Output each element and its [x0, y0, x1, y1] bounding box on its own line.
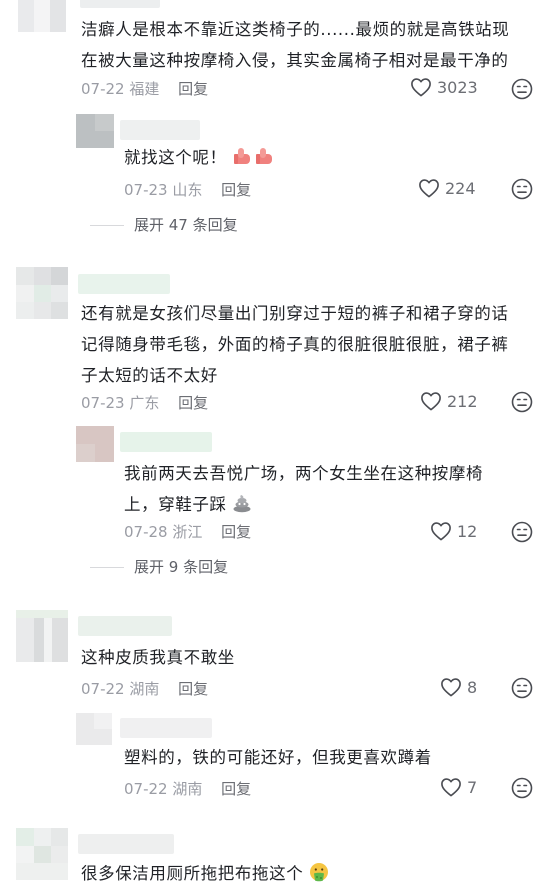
- username[interactable]: [80, 0, 160, 8]
- comment-text: 还有就是女孩们尽量出门别穿过于短的裤子和裙子穿的话 记得随身带毛毯，外面的椅子真…: [81, 304, 509, 385]
- reply-username[interactable]: [120, 120, 200, 140]
- reply-button[interactable]: 回复: [178, 680, 208, 698]
- reply-text: 我前两天去吾悦广场，两个女生坐在这种按摩椅 上，穿鞋子踩: [124, 464, 484, 514]
- heart-outline-icon: [419, 179, 439, 198]
- reply-button[interactable]: 回复: [221, 181, 251, 199]
- heart-outline-icon: [421, 392, 441, 411]
- dislike-face-icon[interactable]: [511, 178, 533, 200]
- reply-avatar[interactable]: [76, 713, 112, 745]
- reply-text: 塑料的，铁的可能还好，但我更喜欢蹲着: [124, 748, 432, 767]
- comment-location: 福建: [129, 80, 160, 98]
- comment-meta: 07-22 福建 回复: [81, 78, 208, 99]
- reply-meta: 07-22 湖南 回复: [124, 780, 252, 798]
- avatar[interactable]: [16, 828, 68, 880]
- reply-avatar[interactable]: [76, 426, 114, 462]
- reply-meta: 07-23 山东 回复: [124, 181, 252, 199]
- heart-outline-icon: [441, 778, 461, 797]
- like-count: 7: [467, 777, 478, 797]
- like-count: 3023: [437, 77, 478, 97]
- expand-replies-button[interactable]: 展开 9 条回复: [90, 556, 228, 577]
- heart-outline-icon: [411, 78, 431, 97]
- username[interactable]: [78, 834, 174, 854]
- reply-button[interactable]: 回复: [178, 80, 208, 98]
- dislike-face-icon[interactable]: [511, 521, 533, 543]
- comment-text: 这种皮质我真不敢坐: [81, 648, 235, 667]
- avatar[interactable]: [16, 267, 68, 319]
- avatar[interactable]: [18, 0, 66, 32]
- reply-username[interactable]: [120, 718, 212, 738]
- like-button[interactable]: 224: [418, 178, 476, 198]
- dislike-face-icon[interactable]: [511, 391, 533, 413]
- like-button[interactable]: 12: [430, 521, 477, 541]
- divider: [90, 567, 124, 568]
- reply-username[interactable]: [120, 432, 212, 452]
- vomiting-face-emoji-icon: [310, 863, 329, 882]
- like-button[interactable]: 8: [440, 677, 477, 697]
- like-count: 224: [445, 178, 476, 198]
- reply-button[interactable]: 回复: [221, 780, 251, 798]
- like-count: 8: [467, 677, 478, 697]
- reply-avatar[interactable]: [76, 114, 114, 148]
- like-count: 212: [447, 391, 478, 411]
- comment-meta: 07-22 湖南 回复: [81, 680, 209, 698]
- avatar[interactable]: [16, 610, 68, 662]
- reply-text: 就找这个呢！: [124, 142, 276, 173]
- thumbs-up-emoji-icon: [234, 148, 273, 164]
- heart-outline-icon: [441, 678, 461, 697]
- dislike-face-icon[interactable]: [511, 777, 533, 799]
- divider: [90, 225, 124, 226]
- reply-button[interactable]: 回复: [178, 394, 208, 412]
- comment-text: 很多保洁用厕所拖把布拖这个: [81, 858, 329, 889]
- reply-meta: 07-28 浙江 回复: [124, 523, 252, 541]
- like-count: 12: [457, 521, 478, 541]
- dislike-face-icon[interactable]: [511, 78, 533, 100]
- username[interactable]: [78, 616, 172, 636]
- comment-date: 07-22: [81, 80, 125, 98]
- dislike-face-icon[interactable]: [511, 677, 533, 699]
- like-button[interactable]: 7: [440, 777, 477, 797]
- like-button[interactable]: 3023: [410, 77, 478, 97]
- poop-emoji-icon: [233, 495, 251, 513]
- like-button[interactable]: 212: [420, 391, 478, 411]
- comment-meta: 07-23 广东 回复: [81, 394, 209, 412]
- comment-text: 洁癖人是根本不靠近这类椅子的......最烦的就是高铁站现 在被大量这种按摩椅入…: [81, 20, 510, 70]
- heart-outline-icon: [431, 522, 451, 541]
- username[interactable]: [78, 274, 170, 294]
- expand-replies-button[interactable]: 展开 47 条回复: [90, 214, 238, 235]
- reply-button[interactable]: 回复: [221, 523, 251, 541]
